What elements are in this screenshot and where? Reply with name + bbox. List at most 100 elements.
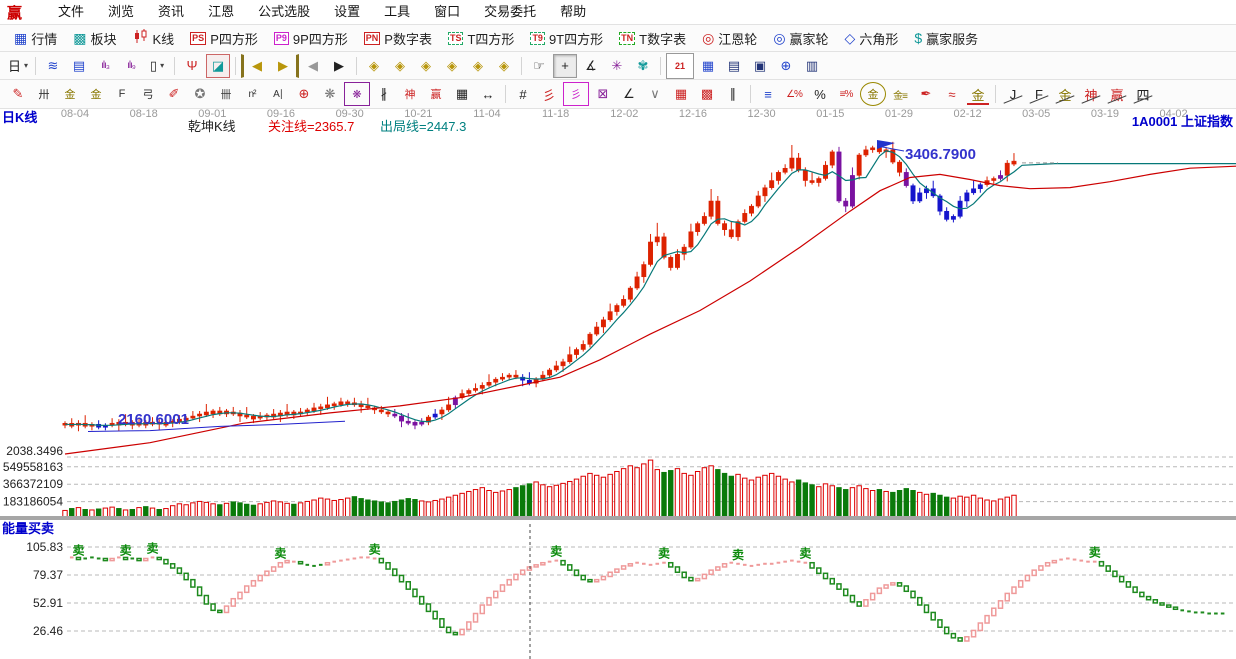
n2-ruler-tool[interactable]: n²	[240, 82, 264, 106]
oscillator-bar	[864, 600, 868, 606]
menu-item-file[interactable]: 文件	[46, 0, 96, 24]
gann-target-tool[interactable]: ⊕	[292, 82, 316, 106]
quickbar-kline[interactable]: K线	[125, 26, 183, 50]
god-ruler-tool[interactable]: 神	[398, 82, 422, 106]
candle-body	[830, 152, 834, 165]
percent-levels-tool[interactable]: ≡%	[834, 82, 858, 106]
red-brush-tool[interactable]: ✐	[162, 82, 186, 106]
hand-tool-icon[interactable]: ☞	[527, 54, 551, 78]
gold-ruler1-tool[interactable]: 金	[58, 82, 82, 106]
f-angle-tool[interactable]: F	[1027, 82, 1051, 106]
gann-star-icon[interactable]: ✳	[605, 54, 629, 78]
marker-pen-tool[interactable]: ✒	[914, 82, 938, 106]
oscillator-bar	[951, 634, 955, 638]
gold-angle-tool[interactable]: 金	[1053, 82, 1077, 106]
menu-item-trade[interactable]: 交易委托	[472, 0, 548, 24]
gold-levels-tool[interactable]: 金≡	[888, 82, 912, 106]
v-waves-tool[interactable]: ∨	[643, 82, 667, 106]
candle-style-icon[interactable]: ▯	[145, 54, 169, 78]
quickbar-hexagon[interactable]: ◇六角形	[837, 26, 907, 50]
tick-ruler-tool[interactable]: 卌	[214, 82, 238, 106]
info-list-icon[interactable]: ▤	[67, 54, 91, 78]
quickbar-winner-wheel[interactable]: ◎赢家轮	[765, 26, 836, 50]
win-angle-tool[interactable]: 赢	[1105, 82, 1129, 106]
menu-item-window[interactable]: 窗口	[422, 0, 472, 24]
prev-bar-icon[interactable]: ◀	[301, 54, 325, 78]
web-box-tool[interactable]: ❋	[344, 82, 370, 106]
four-angle-tool[interactable]: 四	[1131, 82, 1155, 106]
report-icon[interactable]: ▤	[722, 54, 746, 78]
calendar-icon[interactable]: 21	[666, 53, 694, 79]
menu-item-help[interactable]: 帮助	[548, 0, 598, 24]
fan-box-tool[interactable]: 彡	[563, 82, 589, 106]
quickbar-sectors[interactable]: ▩板块	[65, 26, 124, 50]
crosshair-tool-icon[interactable]: +	[553, 54, 577, 78]
tick-marks-tool[interactable]: ∦	[372, 82, 396, 106]
menu-item-tools[interactable]: 工具	[372, 0, 422, 24]
date-label: 03-05	[1022, 108, 1050, 120]
quickbar-9p-square[interactable]: P99P四方形	[266, 26, 356, 50]
diamond-cross-icon[interactable]: ◈	[466, 54, 490, 78]
angle-lines-tool[interactable]: ∠	[617, 82, 641, 106]
menu-item-news[interactable]: 资讯	[146, 0, 196, 24]
printer-icon[interactable]: ▥	[800, 54, 824, 78]
calculator-icon[interactable]: ▦	[696, 54, 720, 78]
grid-red-tool[interactable]: ▦	[669, 82, 693, 106]
diamond-left-icon[interactable]: ◈	[362, 54, 386, 78]
quickbar-gann-wheel[interactable]: ◎江恩轮	[694, 26, 765, 50]
web-tool[interactable]: ❋	[318, 82, 342, 106]
quickbar-t-number[interactable]: TNT数字表	[611, 26, 694, 50]
quickbar-9t-square[interactable]: T99T四方形	[522, 26, 611, 50]
gold-underline-tool[interactable]: 金	[966, 82, 990, 106]
parallels-tool[interactable]: ∥	[721, 82, 745, 106]
grid-chart-tool[interactable]: ▩	[695, 82, 719, 106]
percent-tool[interactable]: %	[808, 82, 832, 106]
diamond-move-icon[interactable]: ◈	[492, 54, 516, 78]
last-bar-icon[interactable]: ▶	[271, 54, 299, 78]
mirror-a-tool[interactable]: A∣	[266, 82, 290, 106]
volume-bar	[675, 469, 679, 519]
diamond-compress-icon[interactable]: ◈	[440, 54, 464, 78]
god-angle-tool[interactable]: 神	[1079, 82, 1103, 106]
scale-list-tool[interactable]: ≡	[756, 82, 780, 106]
grid-123-tool[interactable]: ▦	[450, 82, 474, 106]
wave9-chart-icon[interactable]: ılı₉	[119, 54, 143, 78]
win-ruler-tool[interactable]: 赢	[424, 82, 448, 106]
menu-item-settings[interactable]: 设置	[322, 0, 372, 24]
quickbar-p-number[interactable]: PNP数字表	[356, 26, 440, 50]
ruler-comb-tool[interactable]: 卅	[32, 82, 56, 106]
bow-ruler-tool[interactable]: 弓	[136, 82, 160, 106]
quickbar-quotes[interactable]: ▦行情	[6, 26, 65, 50]
diamond-right-icon[interactable]: ◈	[388, 54, 412, 78]
next-bar-icon[interactable]: ▶	[327, 54, 351, 78]
ray-box-tool[interactable]: ⊠	[591, 82, 615, 106]
width-arrows-tool[interactable]: ↔	[476, 82, 500, 106]
cloud-tool-icon[interactable]: ✾	[631, 54, 655, 78]
f-ruler-tool[interactable]: F	[110, 82, 134, 106]
menu-item-gann[interactable]: 江恩	[196, 0, 246, 24]
menu-item-browse[interactable]: 浏览	[96, 0, 146, 24]
j-angle-tool[interactable]: J	[1001, 82, 1025, 106]
gann-figure-icon[interactable]: Ψ	[180, 54, 204, 78]
diamond-spread-icon[interactable]: ◈	[414, 54, 438, 78]
first-bar-icon[interactable]: ◀	[241, 54, 269, 78]
fan-lines-tool[interactable]: 彡	[537, 82, 561, 106]
gold-circle-tool[interactable]: 金	[860, 82, 886, 106]
quickbar-p-square[interactable]: PSP四方形	[182, 26, 266, 50]
gold-ruler2-tool[interactable]: 金	[84, 82, 108, 106]
save-icon[interactable]: ▣	[748, 54, 772, 78]
brush-knife-tool[interactable]: ✎	[6, 82, 30, 106]
quickbar-winner-service[interactable]: $赢家服务	[906, 26, 986, 50]
percent-slope-tool[interactable]: ∠%	[782, 82, 806, 106]
corner-box-tool[interactable]: #	[511, 82, 535, 106]
export-icon[interactable]: ⊕	[774, 54, 798, 78]
volume-panel-icon[interactable]: ◪	[206, 54, 230, 78]
wave3-chart-icon[interactable]: ılı₃	[93, 54, 117, 78]
circle-gauge-tool[interactable]: ✪	[188, 82, 212, 106]
trend-lines-icon[interactable]: ≋	[41, 54, 65, 78]
menu-item-formula-picker[interactable]: 公式选股	[246, 0, 322, 24]
quickbar-t-square[interactable]: TST四方形	[440, 26, 522, 50]
wave-cross-tool[interactable]: ≈	[940, 82, 964, 106]
angle-measure-icon[interactable]: ∡	[579, 54, 603, 78]
period-day-selector[interactable]: 日	[6, 54, 30, 78]
